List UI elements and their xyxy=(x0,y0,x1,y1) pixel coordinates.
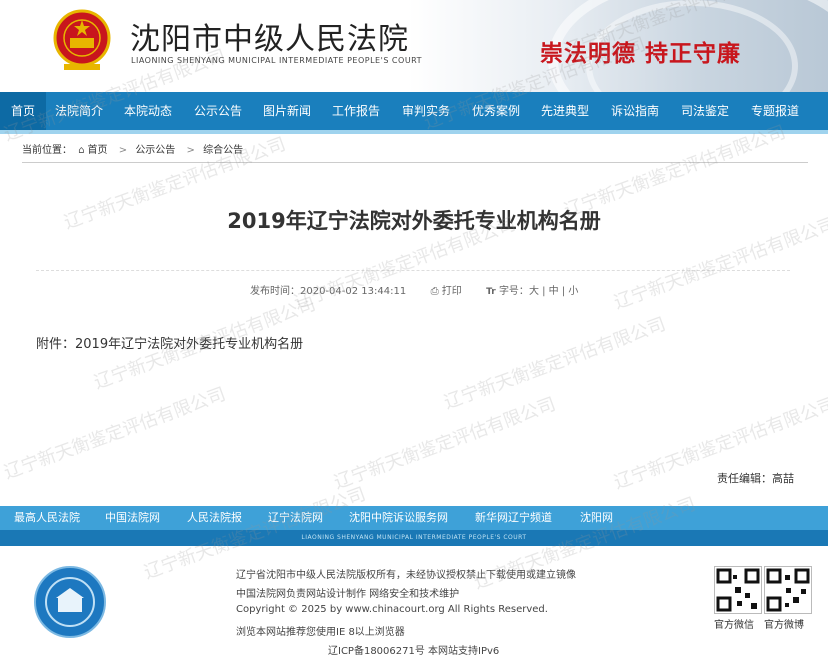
site-header: 沈阳市中级人民法院 LIAONING SHENYANG MUNICIPAL IN… xyxy=(0,0,828,150)
weibo-qr-code xyxy=(764,566,812,614)
footer-browser-notice: 浏览本网站推荐您使用IE 8以上浏览器 xyxy=(236,627,405,638)
attachment-link[interactable]: 2019年辽宁法院对外委托专业机构名册 xyxy=(75,337,303,352)
footer-copyright-notice: 辽宁省沈阳市中级人民法院版权所有，未经协议授权禁止下载使用或建立镜像 xyxy=(236,570,576,581)
attachment: 附件：2019年辽宁法院对外委托专业机构名册 xyxy=(36,333,303,352)
footer-link[interactable]: 中国法院网 xyxy=(105,506,160,530)
publish-label: 发布时间： xyxy=(250,286,300,297)
nav-item-guide[interactable]: 诉讼指南 xyxy=(611,92,659,130)
watermark: 辽宁新天衡鉴定评估有限公司 xyxy=(441,313,669,414)
attachment-label: 附件： xyxy=(36,337,76,352)
breadcrumb-home[interactable]: 首页 xyxy=(88,145,108,156)
main-nav: 首页 法院简介 本院动态 公示公告 图片新闻 工作报告 审判实务 优秀案例 先进… xyxy=(0,92,828,134)
nav-item-work-report[interactable]: 工作报告 xyxy=(332,92,380,130)
weibo-label: 官方微博 xyxy=(764,620,804,631)
nav-item-models[interactable]: 先进典型 xyxy=(541,92,589,130)
nav-item-topics[interactable]: 专题报道 xyxy=(751,92,799,130)
publish-time: 2020-04-02 13:44:11 xyxy=(300,286,407,297)
breadcrumb-notices[interactable]: 公示公告 xyxy=(135,145,175,156)
font-small-button[interactable]: 小 xyxy=(568,286,578,297)
footer-design-notice: 中国法院网负责网站设计制作 网络安全和技术维护 xyxy=(236,589,460,600)
font-large-button[interactable]: 大 xyxy=(529,286,539,297)
footer-link[interactable]: 沈阳中院诉讼服务网 xyxy=(349,506,448,530)
article-meta: 发布时间：2020-04-02 13:44:11 ⎙ 打印 Tr 字号：大 | … xyxy=(250,286,579,297)
nav-item-notices[interactable]: 公示公告 xyxy=(194,92,242,130)
footer-link[interactable]: 人民法院报 xyxy=(187,506,242,530)
footer-link[interactable]: 最高人民法院 xyxy=(14,506,80,530)
chevron-right-icon: > xyxy=(118,145,128,156)
nav-item-photo-news[interactable]: 图片新闻 xyxy=(263,92,311,130)
wechat-label: 官方微信 xyxy=(714,620,754,631)
footer-link[interactable]: 新华网辽宁频道 xyxy=(475,506,552,530)
footer-icp[interactable]: 辽ICP备18006271号 本网站支持IPv6 xyxy=(328,642,499,657)
footer-link[interactable]: 辽宁法院网 xyxy=(268,506,323,530)
divider xyxy=(36,270,790,271)
court-badge-icon xyxy=(34,566,106,638)
breadcrumb-general[interactable]: 综合公告 xyxy=(203,145,243,156)
footer-copyright: Copyright © 2025 by www.chinacourt.org A… xyxy=(236,604,548,615)
editor: 责任编辑：高喆 xyxy=(717,472,794,485)
nav-item-trial-practice[interactable]: 审判实务 xyxy=(402,92,450,130)
article-title: 2019年辽宁法院对外委托专业机构名册 xyxy=(227,209,601,233)
home-icon: ⌂ xyxy=(78,145,85,156)
footer-subbar: LIAONING SHENYANG MUNICIPAL INTERMEDIATE… xyxy=(0,530,828,546)
divider xyxy=(22,162,808,163)
font-medium-button[interactable]: 中 xyxy=(549,286,559,297)
nav-item-news[interactable]: 本院动态 xyxy=(124,92,172,130)
wechat-qr-code xyxy=(714,566,762,614)
footer-link[interactable]: 沈阳网 xyxy=(580,506,613,530)
breadcrumb: 当前位置： ⌂ 首页 > 公示公告 > 综合公告 xyxy=(22,141,246,156)
font-size-label: 字号： xyxy=(498,286,529,297)
slogan: 崇法明德 持正守廉 xyxy=(540,40,742,67)
nav-item-appraisal[interactable]: 司法鉴定 xyxy=(681,92,729,130)
footer-subtitle: LIAONING SHENYANG MUNICIPAL INTERMEDIATE… xyxy=(301,534,527,541)
nav-item-about[interactable]: 法院简介 xyxy=(55,92,103,130)
site-subtitle: LIAONING SHENYANG MUNICIPAL INTERMEDIATE… xyxy=(131,56,423,65)
site-title[interactable]: 沈阳市中级人民法院 xyxy=(130,14,409,58)
footer-links: 最高人民法院 中国法院网 人民法院报 辽宁法院网 沈阳中院诉讼服务网 新华网辽宁… xyxy=(0,506,828,530)
watermark: 辽宁新天衡鉴定评估有限公司 xyxy=(1,383,229,484)
print-icon[interactable]: ⎙ xyxy=(431,286,439,297)
national-emblem-icon xyxy=(53,9,111,70)
font-size-icon: Tr xyxy=(486,287,496,297)
nav-item-home[interactable]: 首页 xyxy=(0,92,46,130)
print-button[interactable]: 打印 xyxy=(442,286,462,297)
chevron-right-icon: > xyxy=(186,145,195,156)
nav-item-cases[interactable]: 优秀案例 xyxy=(472,92,520,130)
watermark: 辽宁新天衡鉴定评估有限公司 xyxy=(331,393,559,494)
breadcrumb-label: 当前位置： xyxy=(22,145,72,156)
